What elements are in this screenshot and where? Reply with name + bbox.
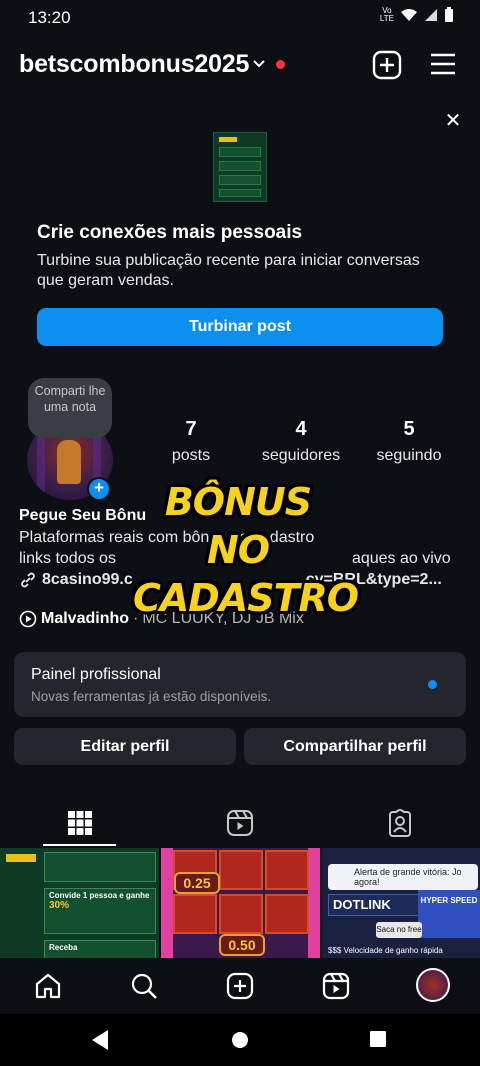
nav-home[interactable] — [30, 968, 66, 1004]
bio-link[interactable]: 8casino99.c cy=BRL&type=2... — [19, 569, 469, 591]
profile-tabs — [0, 800, 480, 846]
profile-summary: + Comparti lhe uma nota 7 posts 4 seguid… — [0, 378, 480, 503]
wifi-icon — [401, 9, 417, 21]
professional-dashboard[interactable]: Painel profissional Novas ferramentas já… — [14, 652, 466, 717]
profile-music[interactable]: Malvadinho · MC LUUKY, DJ JB Mix — [19, 607, 304, 631]
boost-post-button[interactable]: Turbinar post — [37, 308, 443, 346]
tab-posts-grid[interactable] — [0, 800, 160, 846]
volte-indicator: Vo LTE — [379, 6, 394, 23]
promo-text: Turbine sua publicação recente para inic… — [37, 252, 420, 289]
note-bubble[interactable]: Comparti lhe uma nota — [28, 378, 112, 438]
post-thumbnail[interactable]: Convide 1 pessoa e ganhe 30% Receba — [0, 848, 159, 958]
tab-tagged[interactable] — [320, 800, 480, 846]
stat-followers[interactable]: 4 seguidores — [255, 418, 347, 465]
account-username[interactable]: betscombonus2025 — [19, 50, 249, 79]
bio-line-1: Plataformas reais com bônus no cadastro — [19, 529, 315, 546]
status-time: 13:20 — [28, 8, 71, 27]
display-name: Pegue Seu Bônu — [19, 507, 147, 524]
music-separator: · — [133, 610, 139, 627]
nav-reels[interactable] — [318, 968, 354, 1004]
posts-grid: Convide 1 pessoa e ganhe 30% Receba 0.25… — [0, 848, 480, 958]
nav-create[interactable] — [222, 968, 258, 1004]
bio-line-2: links todos os aques ao vivo — [19, 550, 451, 567]
status-bar: 13:20 Vo LTE — [0, 0, 480, 34]
promo-title: Crie conexões mais pessoais — [37, 222, 303, 243]
recent-post-thumbnail — [213, 132, 267, 202]
recents-icon[interactable] — [369, 1030, 387, 1048]
signal-icon — [425, 9, 437, 21]
pro-panel-title: Painel profissional — [31, 666, 161, 683]
tagged-icon — [389, 809, 411, 837]
notification-dot — [276, 60, 285, 69]
grid-icon — [68, 811, 92, 835]
status-icons: Vo LTE — [380, 7, 454, 23]
boost-promo-card: ✕ Crie conexões mais pessoais Turbine su… — [0, 100, 480, 365]
post-thumbnail[interactable]: Alerta de grande vitória: Jo agora! DOTL… — [322, 848, 480, 958]
menu-icon[interactable] — [430, 52, 456, 76]
add-post-icon — [226, 972, 254, 1000]
stat-posts[interactable]: 7 posts — [160, 418, 222, 465]
edit-profile-button[interactable]: Editar perfil — [14, 728, 236, 765]
stat-following[interactable]: 5 seguindo — [370, 418, 448, 465]
pro-panel-subtitle: Novas ferramentas já estão disponíveis. — [31, 689, 272, 704]
battery-icon — [445, 7, 453, 22]
active-tab-indicator — [43, 844, 116, 846]
music-artists: MC LUUKY, DJ JB Mix — [142, 610, 304, 627]
system-navigation — [0, 1014, 480, 1066]
home-icon — [35, 973, 61, 999]
play-icon — [19, 610, 37, 628]
nav-search[interactable] — [126, 968, 162, 1004]
search-icon — [131, 973, 157, 999]
back-icon[interactable] — [90, 1029, 110, 1051]
reels-icon — [322, 972, 350, 1000]
profile-bio: Pegue Seu Bônu Plataformas reais com bôn… — [19, 505, 469, 591]
new-indicator-dot — [428, 680, 437, 689]
home-circle-icon[interactable] — [230, 1030, 250, 1050]
chevron-down-icon[interactable] — [250, 54, 268, 72]
nav-profile-avatar[interactable] — [416, 968, 450, 1002]
link-icon — [21, 572, 35, 588]
create-icon[interactable] — [372, 50, 402, 80]
add-story-icon[interactable]: + — [87, 477, 111, 501]
music-song: Malvadinho — [41, 610, 130, 627]
close-icon[interactable]: ✕ — [440, 108, 466, 134]
tab-reels[interactable] — [160, 800, 320, 846]
profile-header: betscombonus2025 — [0, 44, 480, 88]
reels-icon — [227, 810, 253, 836]
share-profile-button[interactable]: Compartilhar perfil — [244, 728, 466, 765]
post-thumbnail[interactable]: 0.25 0.50 — [161, 848, 320, 958]
bottom-navigation — [0, 958, 480, 1014]
